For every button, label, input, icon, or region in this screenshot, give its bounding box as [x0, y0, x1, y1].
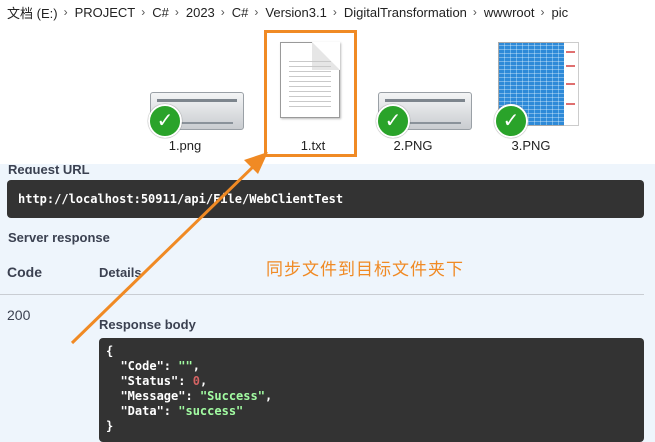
breadcrumb-item[interactable]: PROJECT	[68, 5, 142, 20]
spreadsheet-image-icon: ✓	[476, 30, 586, 138]
file-item-2-png[interactable]: ✓ 2.PNG	[358, 30, 472, 160]
breadcrumb-item[interactable]: pic	[544, 5, 574, 20]
json-key: "Code":	[120, 359, 179, 373]
json-value: ""	[178, 359, 193, 373]
json-key: "Message":	[120, 389, 200, 403]
breadcrumb: 文档 (E:) › PROJECT › C# › 2023 › C# › Ver…	[0, 0, 655, 24]
check-icon: ✓	[148, 104, 182, 138]
request-url-box[interactable]: http://localhost:50911/api/File/WebClien…	[7, 180, 644, 218]
file-item-3-png[interactable]: ✓ 3.PNG	[476, 30, 586, 160]
annotation-text: 同步文件到目标文件夹下	[266, 260, 464, 279]
column-header-code: Code	[7, 264, 42, 280]
highlight-box	[264, 30, 357, 157]
column-header-details: Details	[99, 265, 142, 280]
json-brace: }	[106, 419, 114, 433]
breadcrumb-item[interactable]: 文档 (E:)	[0, 3, 64, 22]
json-key: "Data":	[120, 404, 179, 418]
response-body-json[interactable]: { "Code": "", "Status": 0, "Message": "S…	[99, 338, 644, 442]
json-key: "Status":	[120, 374, 193, 388]
breadcrumb-item[interactable]: C#	[145, 5, 175, 20]
swagger-response-panel: Request URL http://localhost:50911/api/F…	[0, 162, 655, 442]
divider	[0, 294, 644, 295]
breadcrumb-item[interactable]: DigitalTransformation	[337, 5, 473, 20]
server-response-label: Server response	[8, 230, 110, 245]
check-icon: ✓	[494, 104, 528, 138]
breadcrumb-item[interactable]: 2023	[179, 5, 221, 20]
check-icon: ✓	[376, 104, 410, 138]
breadcrumb-item[interactable]: Version3.1	[258, 5, 332, 20]
printer-image-icon: ✓	[358, 30, 472, 138]
file-name: 3.PNG	[511, 138, 551, 153]
file-item-1-png[interactable]: ✓ 1.png	[130, 30, 244, 160]
json-value: "Success"	[199, 389, 265, 403]
json-value: 0	[192, 374, 200, 388]
json-brace: {	[106, 344, 114, 358]
status-code: 200	[7, 307, 31, 323]
breadcrumb-item[interactable]: wwwroot	[477, 5, 541, 20]
file-name: 2.PNG	[393, 138, 433, 153]
json-value: "success"	[178, 404, 244, 418]
printer-image-icon: ✓	[130, 30, 244, 138]
breadcrumb-item[interactable]: C#	[225, 5, 255, 20]
response-body-label: Response body	[99, 317, 196, 332]
request-url-label: Request URL	[8, 162, 90, 174]
file-name: 1.png	[168, 138, 202, 153]
